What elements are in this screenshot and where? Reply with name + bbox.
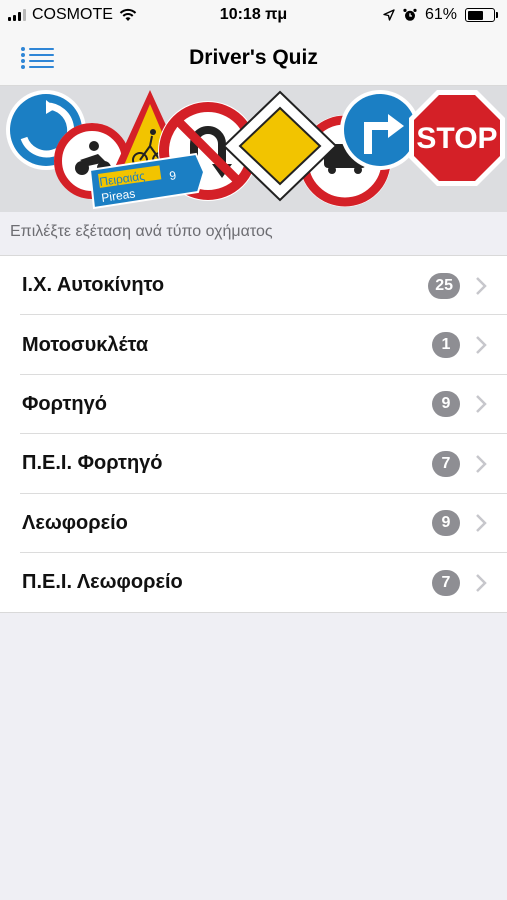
list-item-label: Π.Ε.Ι. Λεωφορείο (22, 571, 183, 594)
count-badge: 9 (432, 510, 460, 537)
list-item-pei-truck[interactable]: Π.Ε.Ι. Φορτηγό 7 (0, 434, 507, 494)
section-header: Επιλέξτε εξέταση ανά τύπο οχήματος (10, 223, 273, 240)
chevron-right-icon (476, 514, 487, 533)
page-title: Driver's Quiz (189, 46, 318, 69)
turn-right-sign-icon (340, 90, 420, 170)
count-badge: 1 (432, 332, 460, 359)
vehicle-type-list: Ι.Χ. Αυτοκίνητο 25 Μοτοσυκλέτα 1 Φορτηγό… (0, 255, 507, 614)
list-item-motorcycle[interactable]: Μοτοσυκλέτα 1 (0, 315, 507, 376)
list-item-car[interactable]: Ι.Χ. Αυτοκίνητο 25 (0, 256, 507, 316)
battery-icon (465, 8, 498, 22)
count-badge: 9 (432, 391, 460, 418)
battery-percent: 61% (424, 6, 457, 23)
list-item-label: Φορτηγό (22, 392, 107, 415)
stop-sign-text: STOP (416, 122, 497, 155)
navigation-bar: Driver's Quiz (0, 30, 507, 86)
alarm-icon (403, 8, 417, 21)
battery-fill (467, 10, 483, 20)
chevron-right-icon (476, 454, 487, 473)
stop-sign-icon: STOP (409, 90, 505, 186)
list-item-label: Π.Ε.Ι. Φορτηγό (22, 452, 163, 475)
road-signs-banner: Πειραιάς Pireas 9 STOP (0, 86, 507, 212)
list-item-label: Ι.Χ. Αυτοκίνητο (22, 274, 165, 297)
chevron-right-icon (476, 336, 487, 354)
count-badge: 7 (432, 569, 460, 596)
location-arrow-icon (383, 9, 395, 21)
list-item-label: Λεωφορείο (22, 511, 128, 534)
list-item-label: Μοτοσυκλέτα (22, 333, 149, 356)
status-bar: COSMOTE 10:18 πμ 61% (0, 0, 507, 30)
count-badge: 25 (428, 272, 460, 299)
status-right: 61% (383, 6, 498, 24)
list-item-truck[interactable]: Φορτηγό 9 (0, 375, 507, 435)
list-item-pei-bus[interactable]: Π.Ε.Ι. Λεωφορείο 7 (0, 553, 507, 612)
chevron-right-icon (476, 276, 487, 295)
count-badge: 7 (432, 450, 460, 477)
chevron-right-icon (476, 573, 487, 592)
chevron-right-icon (476, 395, 487, 414)
list-item-bus[interactable]: Λεωφορείο 9 (0, 494, 507, 554)
